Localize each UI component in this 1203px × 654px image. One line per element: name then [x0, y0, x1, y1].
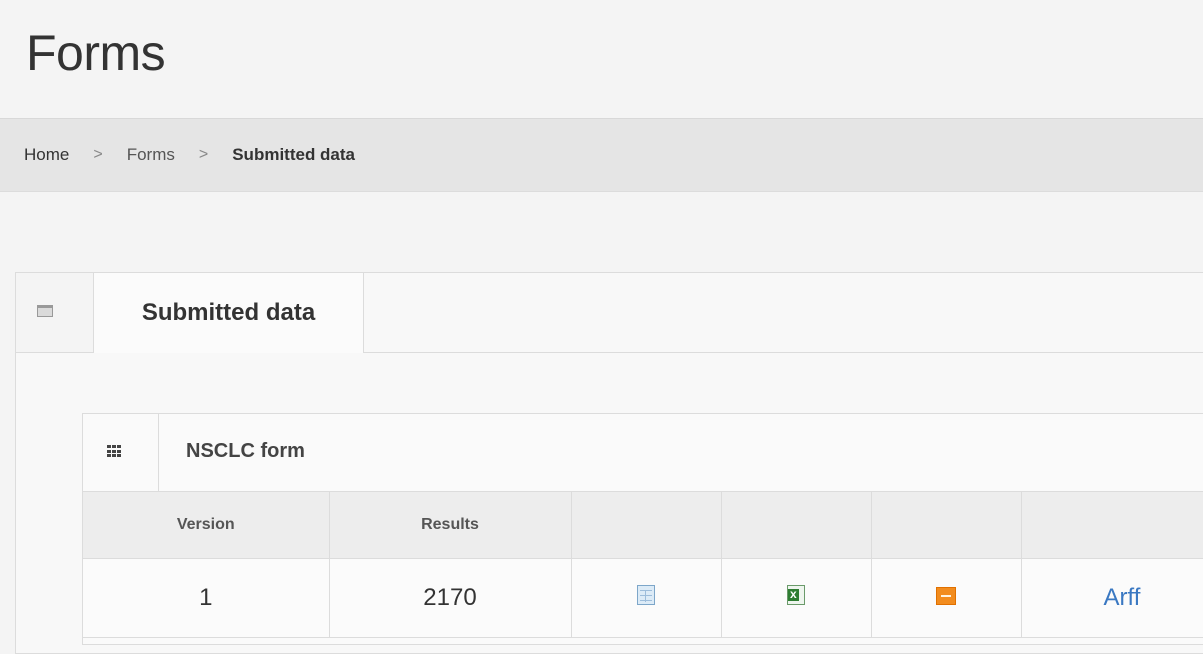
column-header-blank [571, 492, 722, 559]
form-box: NSCLC form Version Results 1 2170 x Arff [82, 413, 1203, 645]
column-header-results: Results [329, 492, 572, 559]
breadcrumb-separator: > [198, 146, 209, 163]
table-view-cell [571, 558, 722, 638]
breadcrumb: Home > Forms > Submitted data [0, 118, 1203, 192]
submitted-data-panel: Submitted data NSCLC form Version Result… [15, 272, 1203, 654]
version-cell: 1 [83, 558, 330, 638]
breadcrumb-separator: > [93, 146, 103, 163]
form-header: NSCLC form [83, 414, 1203, 492]
breadcrumb-home[interactable]: Home [24, 145, 69, 165]
arff-export-link[interactable]: Arff [1104, 584, 1141, 611]
xml-export-cell [871, 558, 1022, 638]
window-icon [37, 305, 53, 317]
table-header-row: Version Results [83, 492, 1203, 559]
table-row: 1 2170 Arff [83, 558, 1203, 638]
submissions-table: Version Results 1 2170 x Arff [83, 492, 1203, 638]
column-header-version: Version [83, 492, 330, 559]
excel-export-icon[interactable] [787, 585, 805, 605]
form-name: NSCLC form [186, 440, 305, 462]
tab-submitted-data[interactable]: Submitted data [94, 273, 364, 353]
tab-bar: Submitted data [16, 273, 1203, 353]
table-view-icon[interactable] [637, 585, 655, 605]
xml-export-icon[interactable] [936, 587, 956, 605]
breadcrumb-current: Submitted data [232, 145, 356, 164]
column-header-blank [721, 492, 872, 559]
page-title: Forms [26, 25, 166, 81]
excel-export-cell [721, 558, 872, 638]
tab-icon-cell [16, 273, 94, 352]
breadcrumb-forms[interactable]: Forms [127, 145, 175, 165]
grid-icon-cell [83, 414, 159, 491]
column-header-blank [1021, 492, 1203, 559]
results-cell: 2170 [329, 558, 572, 638]
page-header: Forms [0, 0, 1203, 118]
arff-cell: Arff [1021, 558, 1203, 638]
grid-icon [107, 445, 122, 458]
column-header-blank [871, 492, 1022, 559]
